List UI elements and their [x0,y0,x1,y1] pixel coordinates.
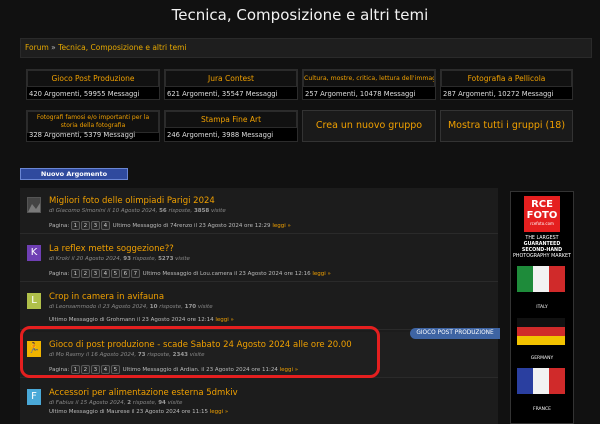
group-title[interactable]: Fotografi famosi e/o importanti per la s… [27,111,159,133]
create-group-button[interactable]: Crea un nuovo gruppo [302,110,436,142]
group-stats: 621 Argomenti, 35547 Messaggi [167,90,278,98]
group-title[interactable]: Fotografia a Pellicola [441,70,572,87]
group-card-cultura[interactable]: Cultura, mostre, critica, lettura dell'i… [302,69,436,100]
topic-avatar[interactable]: F [27,389,41,405]
group-card-stampa-fine-art[interactable]: Stampa Fine Art 246 Argomenti, 3988 Mess… [164,110,298,142]
topic-title[interactable]: Accessori per alimentazione esterna 5dmk… [49,388,238,398]
country-label: ITALY [536,305,548,310]
topic-row[interactable]: K La reflex mette soggezione?? di Kroki … [20,236,498,282]
page-link[interactable]: 4 [100,269,110,278]
topic-title[interactable]: La reflex mette soggezione?? [49,244,174,254]
last-message: Ultimo Messaggio di Grohmann il 23 Agost… [49,317,214,323]
topic-pagination: Pagina: 1234567 Ultimo Messaggio di Lou.… [49,269,331,278]
page-link[interactable]: 2 [80,221,90,230]
group-card-fotografia-pellicola[interactable]: Fotografia a Pellicola 287 Argomenti, 10… [440,69,573,100]
last-message: Ultimo Messaggio di Maurese il 23 Agosto… [49,409,208,415]
group-card-jura-contest[interactable]: Jura Contest 621 Argomenti, 35547 Messag… [164,69,298,100]
topic-row[interactable]: F Accessori per alimentazione esterna 5d… [20,380,498,424]
group-title[interactable]: Jura Contest [165,70,297,87]
country-label: GERMANY [530,356,554,361]
topic-meta: di Kroki il 20 Agosto 2024, 93 risposte,… [49,256,190,262]
page-title: Tecnica, Composizione e altri temi [171,6,429,24]
page-link[interactable]: 2 [80,269,90,278]
page: Tecnica, Composizione e altri temi Forum… [0,0,600,424]
group-title[interactable]: Stampa Fine Art [165,111,297,128]
topic-row[interactable]: Migliori foto delle olimpiadi Parigi 202… [20,188,498,234]
topic-row[interactable]: L Crop in camera in avifauna di Leonsamm… [20,284,498,330]
group-stats: 420 Argomenti, 59955 Messaggi [29,90,140,98]
topic-meta: di Giacomo Simonini il 10 Agosto 2024, 5… [49,208,226,214]
group-stats: 328 Argomenti, 5379 Messaggi [29,131,136,139]
advert-logo: RCE FOTO rcefoto.com [524,196,560,232]
group-title[interactable]: Cultura, mostre, critica, lettura dell'i… [303,70,435,87]
page-link[interactable]: 7 [130,269,140,278]
topic-meta: di Fabius il 15 Agosto 2024, 2 risposte,… [49,400,183,406]
country-label: FRANCE [533,407,551,412]
page-link[interactable]: 4 [100,221,110,230]
show-all-groups-button[interactable]: Mostra tutti i gruppi (18) [440,110,573,142]
page-link[interactable]: 5 [110,269,120,278]
read-more-link[interactable]: leggi » [210,409,229,415]
topic-avatar[interactable]: L [27,293,41,309]
topic-pagination: Ultimo Messaggio di Maurese il 23 Agosto… [49,409,228,415]
group-stats: 257 Argomenti, 10478 Messaggi [305,90,416,98]
highlight-annotation [20,326,380,378]
page-link[interactable]: 3 [90,221,100,230]
read-more-link[interactable]: leggi » [312,271,331,277]
topic-pagination: Ultimo Messaggio di Grohmann il 23 Agost… [49,317,234,323]
advert-text: THE LARGEST GUARANTEED SECOND-HAND PHOTO… [513,236,571,259]
read-more-link[interactable]: leggi » [272,223,291,229]
last-message: Ultimo Messaggio di Lou.camera il 23 Ago… [142,271,311,277]
page-link[interactable]: 3 [90,269,100,278]
page-link[interactable]: 1 [70,269,80,278]
group-badge[interactable]: GIOCO POST PRODUZIONE [410,328,500,339]
topic-title[interactable]: Migliori foto delle olimpiadi Parigi 202… [49,196,215,206]
topic-title[interactable]: Crop in camera in avifauna [49,292,164,302]
topic-avatar[interactable]: K [27,245,41,261]
flags-graphic [517,266,565,394]
breadcrumb-separator: » [48,43,59,52]
page-link[interactable]: 1 [70,221,80,230]
breadcrumb: Forum » Tecnica, Composizione e altri te… [20,38,592,58]
last-message: Ultimo Messaggio di 74renzo il 23 Agosto… [112,223,271,229]
topic-meta: di Leonsammodo il 23 Agosto 2024, 10 ris… [49,304,213,310]
group-stats: 287 Argomenti, 10272 Messaggi [443,90,554,98]
topic-list: Migliori foto delle olimpiadi Parigi 202… [20,188,498,424]
topic-pagination: Pagina: 1234 Ultimo Messaggio di 74renzo… [49,221,291,230]
group-card-fotografi-famosi[interactable]: Fotografi famosi e/o importanti per la s… [26,110,160,142]
new-topic-button[interactable]: Nuovo Argomento [20,168,128,180]
group-title[interactable]: Gioco Post Produzione [27,70,159,87]
topic-avatar[interactable] [27,197,41,213]
page-link[interactable]: 6 [120,269,130,278]
landscape-icon [28,198,40,212]
sidebar-advert[interactable]: RCE FOTO rcefoto.com THE LARGEST GUARANT… [510,191,574,424]
breadcrumb-home-link[interactable]: Forum [25,43,49,52]
group-card-gioco-post-produzione[interactable]: Gioco Post Produzione 420 Argomenti, 599… [26,69,160,100]
read-more-link[interactable]: leggi » [215,317,234,323]
breadcrumb-current-link[interactable]: Tecnica, Composizione e altri temi [58,43,186,52]
group-stats: 246 Argomenti, 3988 Messaggi [167,131,274,139]
